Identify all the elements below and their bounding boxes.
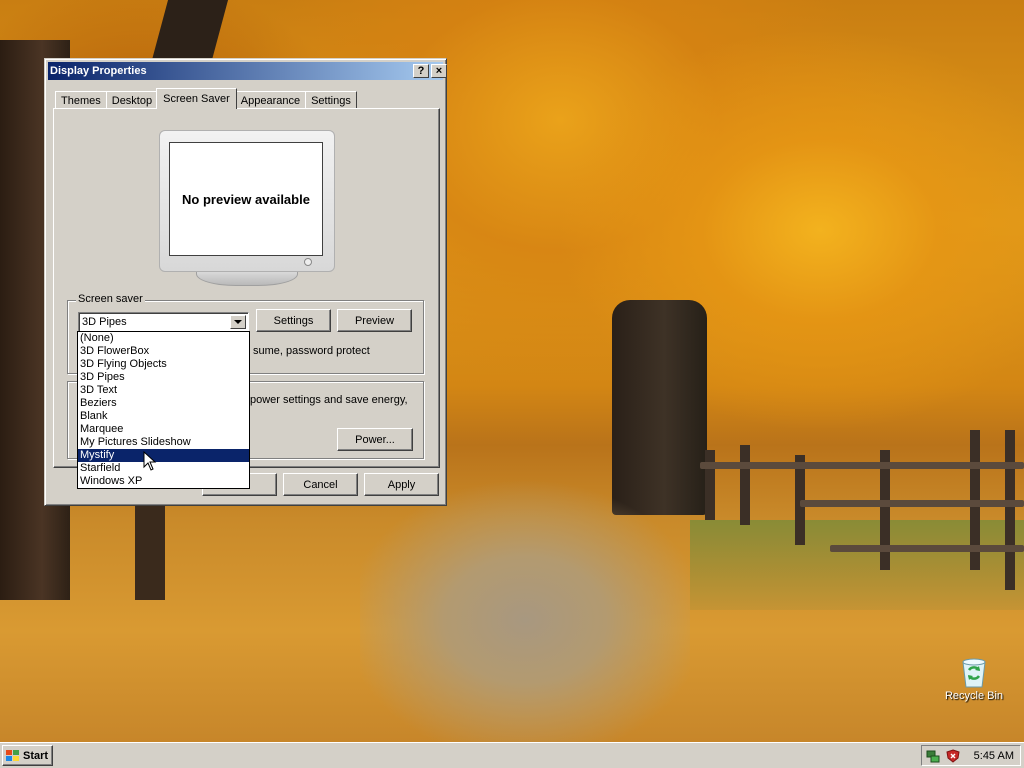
close-button[interactable]: × <box>431 64 447 78</box>
start-button[interactable]: Start <box>2 745 53 766</box>
dropdown-option[interactable]: Starfield <box>78 462 249 475</box>
recycle-bin-label: Recycle Bin <box>944 690 1004 702</box>
tab-screen-saver[interactable]: Screen Saver <box>156 88 237 109</box>
clock[interactable]: 5:45 AM <box>974 750 1014 762</box>
screen-saver-select[interactable]: 3D Pipes <box>78 312 249 332</box>
dropdown-option[interactable]: Windows XP <box>78 475 249 488</box>
dropdown-option[interactable]: My Pictures Slideshow <box>78 436 249 449</box>
fence-post <box>740 445 750 525</box>
preview-screen: No preview available <box>169 142 323 256</box>
tree-branch <box>151 0 229 60</box>
dropdown-option[interactable]: Beziers <box>78 397 249 410</box>
fence-post <box>705 450 715 520</box>
fence-rail <box>800 500 1024 507</box>
screen-saver-dropdown-list: (None) 3D FlowerBox 3D Flying Objects 3D… <box>77 331 250 489</box>
dropdown-option[interactable]: 3D Text <box>78 384 249 397</box>
monitor-preview: No preview available <box>159 130 335 272</box>
security-shield-icon[interactable] <box>946 748 960 763</box>
windows-flag-icon <box>6 749 20 762</box>
fence-rail <box>700 462 1024 469</box>
dropdown-option[interactable]: 3D FlowerBox <box>78 345 249 358</box>
dropdown-option[interactable]: Blank <box>78 410 249 423</box>
password-protect-label: sume, password protect <box>253 345 370 357</box>
leaf-covered-road <box>360 470 690 742</box>
start-label: Start <box>23 749 49 762</box>
system-tray: 5:45 AM <box>921 745 1021 766</box>
tab-desktop[interactable]: Desktop <box>105 91 159 109</box>
tab-strip: Themes Desktop Screen Saver Appearance S… <box>55 88 357 109</box>
fence-post <box>1005 430 1015 590</box>
power-button[interactable]: Power... <box>337 428 413 451</box>
power-description: power settings and save energy, <box>250 394 408 406</box>
chevron-down-icon[interactable] <box>230 315 246 329</box>
network-icon[interactable] <box>926 749 940 763</box>
tab-appearance[interactable]: Appearance <box>234 91 307 109</box>
tab-settings[interactable]: Settings <box>305 91 357 109</box>
tab-themes[interactable]: Themes <box>55 91 107 109</box>
fence-rail <box>830 545 1024 552</box>
help-button[interactable]: ? <box>413 64 429 78</box>
screen-saver-group-label: Screen saver <box>76 293 145 305</box>
power-led-icon <box>304 258 312 266</box>
dropdown-option[interactable]: 3D Pipes <box>78 371 249 384</box>
apply-button[interactable]: Apply <box>364 473 439 496</box>
dropdown-option[interactable]: Marquee <box>78 423 249 436</box>
recycle-bin-icon <box>959 656 989 688</box>
settings-button[interactable]: Settings <box>256 309 331 332</box>
dropdown-option[interactable]: (None) <box>78 332 249 345</box>
dropdown-option[interactable]: 3D Flying Objects <box>78 358 249 371</box>
cancel-button[interactable]: Cancel <box>283 473 358 496</box>
taskbar: Start 5:45 AM <box>0 742 1024 768</box>
desktop-icon-recycle-bin[interactable]: Recycle Bin <box>944 656 1004 702</box>
window-title: Display Properties <box>50 65 147 77</box>
preview-button[interactable]: Preview <box>337 309 412 332</box>
title-bar[interactable]: Display Properties ? × <box>48 62 447 80</box>
mouse-cursor-icon <box>143 450 157 474</box>
screen-saver-selected-value: 3D Pipes <box>82 316 127 328</box>
dropdown-option-highlighted[interactable]: Mystify <box>78 449 249 462</box>
